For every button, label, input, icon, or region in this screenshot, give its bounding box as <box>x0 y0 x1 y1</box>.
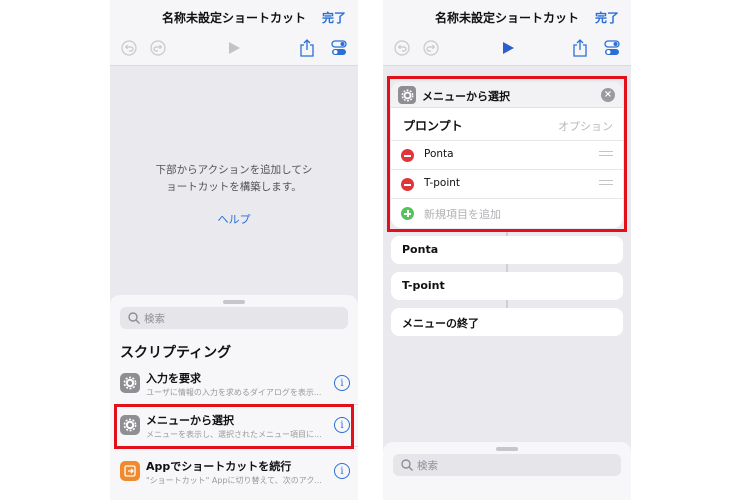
action-description: ユーザに情報の入力を求めるダイアログを表示... <box>146 388 322 397</box>
editor-toolbar: 名称未設定ショートカット 完了 <box>110 0 358 66</box>
search-placeholder: 検索 <box>144 313 165 325</box>
undo-icon[interactable] <box>393 39 411 57</box>
right-phone-screen: 名称未設定ショートカット 完了 メニューから選択 × プロンプト オプション P… <box>383 0 631 500</box>
search-icon <box>128 312 140 324</box>
shortcut-title: 名称未設定ショートカット <box>161 11 306 25</box>
app-exit-icon <box>120 461 140 481</box>
settings-toggle-icon[interactable] <box>603 39 621 57</box>
menu-case-block[interactable]: T-point <box>391 272 623 300</box>
done-button[interactable]: 完了 <box>322 9 346 26</box>
share-icon[interactable] <box>298 39 316 57</box>
info-icon[interactable]: i <box>334 375 350 391</box>
settings-toggle-icon[interactable] <box>330 39 348 57</box>
help-link[interactable]: ヘルプ <box>110 211 358 227</box>
search-placeholder: 検索 <box>417 460 438 472</box>
flow-connector <box>506 264 508 272</box>
menu-case-block[interactable]: Ponta <box>391 236 623 264</box>
action-library-sheet: 検索 <box>383 442 631 500</box>
sheet-drag-handle[interactable] <box>496 447 518 451</box>
search-input[interactable]: 検索 <box>120 307 348 329</box>
left-phone-screen: 名称未設定ショートカット 完了 下部からアクションを追加してシ ョートカットを構… <box>110 0 358 500</box>
menu-case-label: Ponta <box>402 243 439 256</box>
redo-icon[interactable] <box>422 39 440 57</box>
play-icon[interactable] <box>499 39 517 57</box>
undo-icon[interactable] <box>120 39 138 57</box>
share-icon[interactable] <box>571 39 589 57</box>
play-icon[interactable] <box>225 39 243 57</box>
sheet-drag-handle[interactable] <box>223 300 245 304</box>
menu-case-label: T-point <box>402 279 445 292</box>
action-title: 入力を要求 <box>146 372 201 385</box>
gear-icon <box>120 373 140 393</box>
flow-connector <box>506 300 508 308</box>
shortcut-title: 名称未設定ショートカット <box>434 11 579 25</box>
editor-toolbar: 名称未設定ショートカット 完了 <box>383 0 631 66</box>
action-ask-for-input[interactable]: 入力を要求 ユーザに情報の入力を求めるダイアログを表示... i <box>110 365 358 405</box>
end-menu-block[interactable]: メニューの終了 <box>391 308 623 336</box>
action-library-sheet: 検索 スクリプティング 入力を要求 ユーザに情報の入力を求めるダイアログを表示.… <box>110 295 358 500</box>
empty-state-message: 下部からアクションを追加してシ ョートカットを構築します。 <box>155 164 313 193</box>
end-menu-label: メニューの終了 <box>402 317 479 330</box>
info-icon[interactable]: i <box>334 463 350 479</box>
search-input[interactable]: 検索 <box>393 454 621 476</box>
action-title: Appでショートカットを続行 <box>146 460 292 473</box>
section-title: スクリプティング <box>120 345 232 361</box>
highlight-box <box>387 76 627 232</box>
action-description: "ショートカット" Appに切り替えて、次のアク... <box>146 476 322 485</box>
highlight-box <box>114 404 354 449</box>
done-button[interactable]: 完了 <box>595 9 619 26</box>
redo-icon[interactable] <box>149 39 167 57</box>
search-icon <box>401 459 413 471</box>
action-continue-in-app[interactable]: Appでショートカットを続行 "ショートカット" Appに切り替えて、次のアク.… <box>110 453 358 493</box>
